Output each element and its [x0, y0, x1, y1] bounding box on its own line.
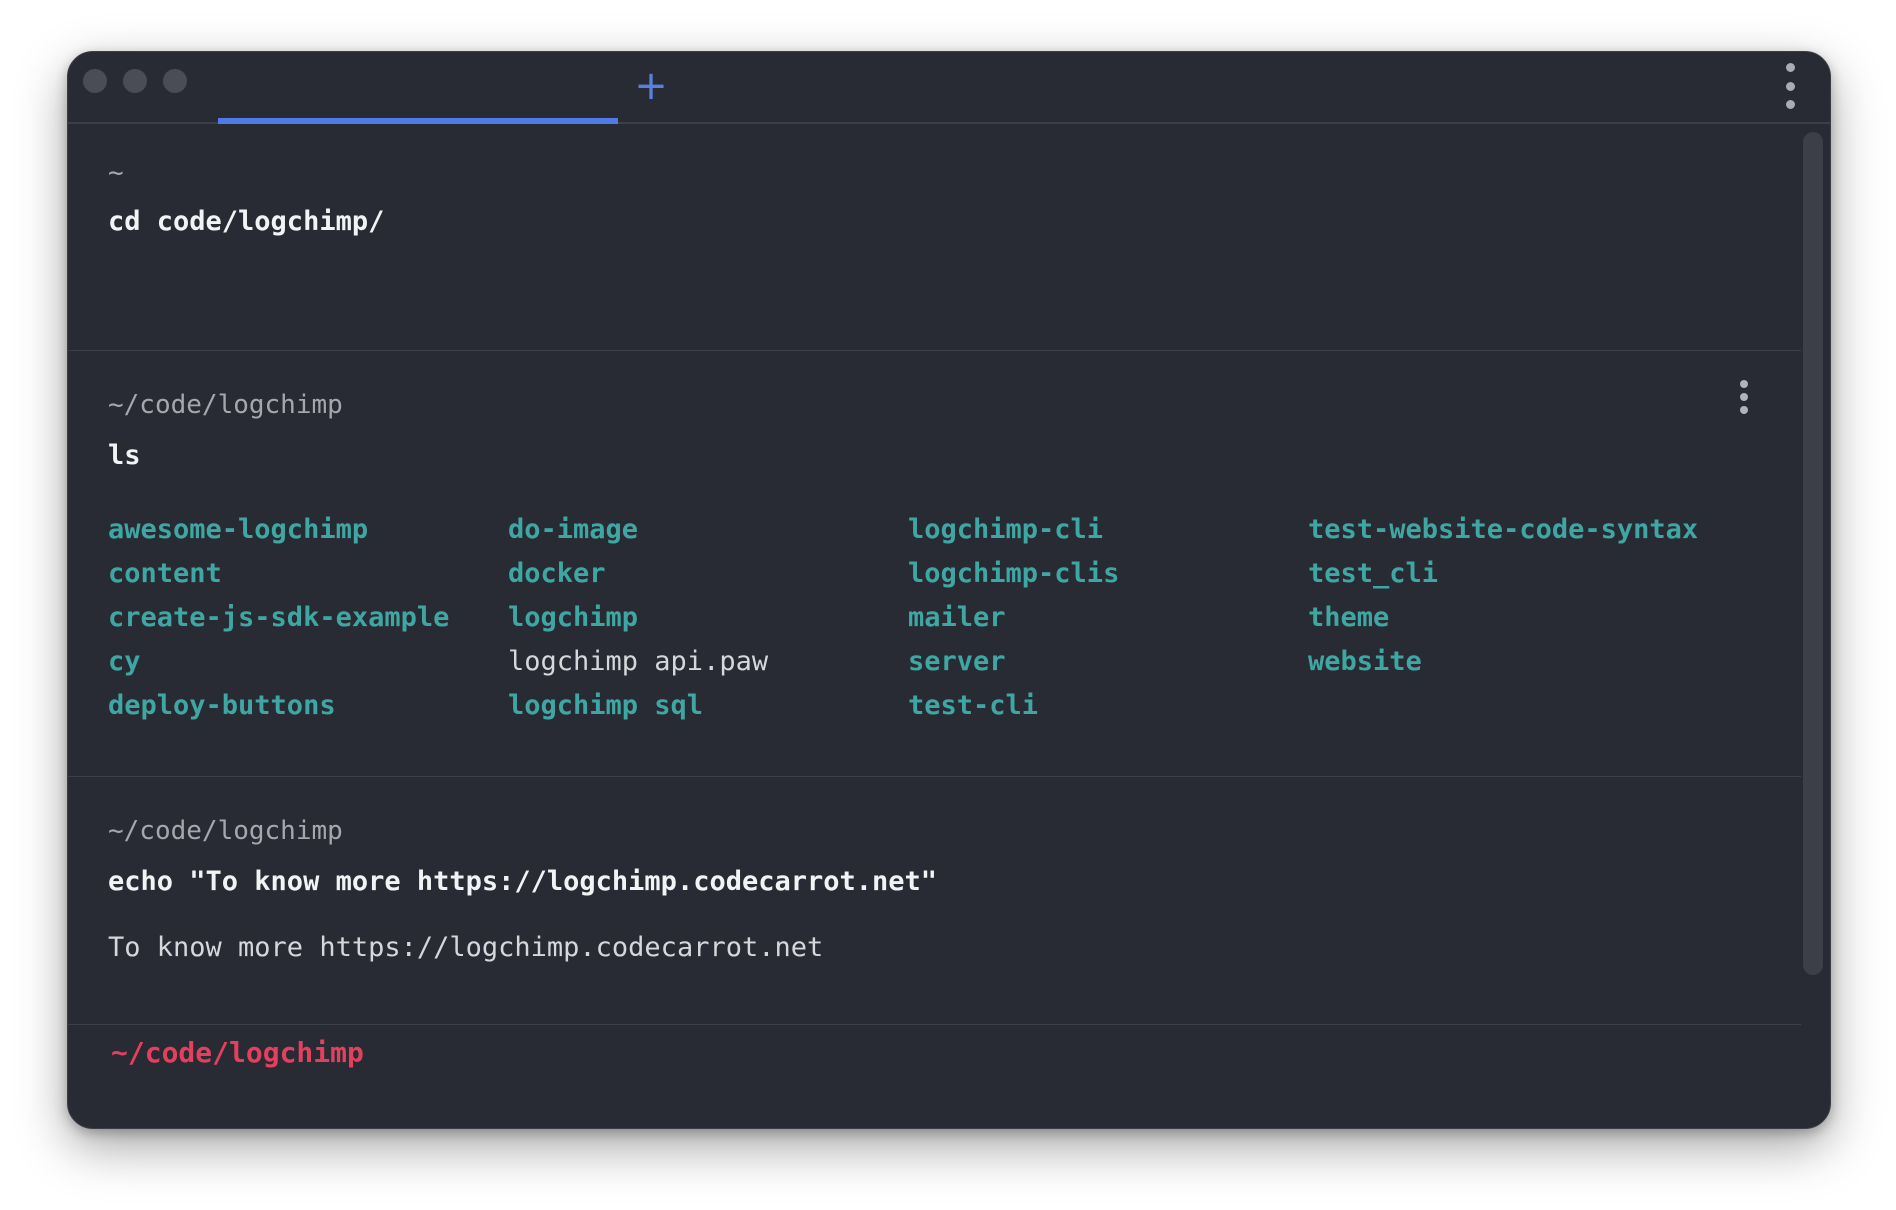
plus-icon: + [634, 63, 668, 109]
ls-directory-entry[interactable]: theme [1308, 596, 1698, 640]
window-menu-icon[interactable] [1783, 63, 1797, 109]
new-tab-button[interactable]: + [631, 66, 671, 106]
block-path: ~ [108, 158, 124, 188]
ls-directory-entry[interactable]: test-cli [908, 684, 1119, 728]
close-window-button[interactable] [83, 69, 107, 93]
ls-directory-entry[interactable]: test-website-code-syntax [1308, 508, 1698, 552]
ls-directory-entry[interactable]: logchimp-cli [908, 508, 1119, 552]
current-prompt-path: ~/code/logchimp [111, 1036, 364, 1069]
command-block[interactable]: ~ cd code/logchimp/ [68, 124, 1801, 351]
ls-directory-entry[interactable]: deploy-buttons [108, 684, 449, 728]
ls-column: test-website-code-syntax test_cli theme web… [1308, 508, 1698, 684]
ls-directory-entry[interactable]: create-js-sdk-example [108, 596, 449, 640]
block-output: To know more https://logchimp.codecarrot… [108, 932, 824, 963]
terminal-output[interactable]: ~ cd code/logchimp/ ~/code/logchimp ls a… [68, 124, 1801, 1128]
ls-directory-entry[interactable]: do-image [508, 508, 768, 552]
tab-active[interactable] [218, 52, 618, 124]
minimize-window-button[interactable] [123, 69, 147, 93]
ls-directory-entry[interactable]: test_cli [1308, 552, 1698, 596]
ls-directory-entry[interactable]: content [108, 552, 449, 596]
ls-column: do-image docker logchimp logchimp api.paw lo… [508, 508, 768, 728]
ls-directory-entry[interactable]: awesome-logchimp [108, 508, 449, 552]
terminal-window: + ~ cd code/logchimp/ ~/code/logchimp ls… [67, 51, 1831, 1129]
ls-directory-entry[interactable]: logchimp-clis [908, 552, 1119, 596]
ls-directory-entry[interactable]: docker [508, 552, 768, 596]
title-bar: + [68, 52, 1830, 124]
ls-directory-entry[interactable]: mailer [908, 596, 1119, 640]
block-command: echo "To know more https://logchimp.code… [108, 866, 938, 897]
ls-directory-entry[interactable]: logchimp sql [508, 684, 768, 728]
ls-directory-entry[interactable]: server [908, 640, 1119, 684]
ls-file-entry[interactable]: logchimp api.paw [508, 640, 768, 684]
command-block[interactable]: ~/code/logchimp ls awesome-logchimp conte… [68, 350, 1801, 777]
block-menu-icon[interactable] [1738, 380, 1750, 414]
command-block[interactable]: ~/code/logchimp echo "To know more https… [68, 776, 1801, 1025]
block-path: ~/code/logchimp [108, 816, 343, 846]
ls-directory-entry[interactable]: cy [108, 640, 449, 684]
ls-column: awesome-logchimp content create-js-sdk-exa… [108, 508, 449, 728]
ls-directory-entry[interactable]: website [1308, 640, 1698, 684]
scrollbar[interactable] [1803, 132, 1823, 975]
block-command: cd code/logchimp/ [108, 206, 385, 237]
ls-directory-entry[interactable]: logchimp [508, 596, 768, 640]
ls-column: logchimp-cli logchimp-clis mailer server tes… [908, 508, 1119, 728]
block-path: ~/code/logchimp [108, 390, 343, 420]
zoom-window-button[interactable] [163, 69, 187, 93]
block-command: ls [108, 440, 141, 471]
